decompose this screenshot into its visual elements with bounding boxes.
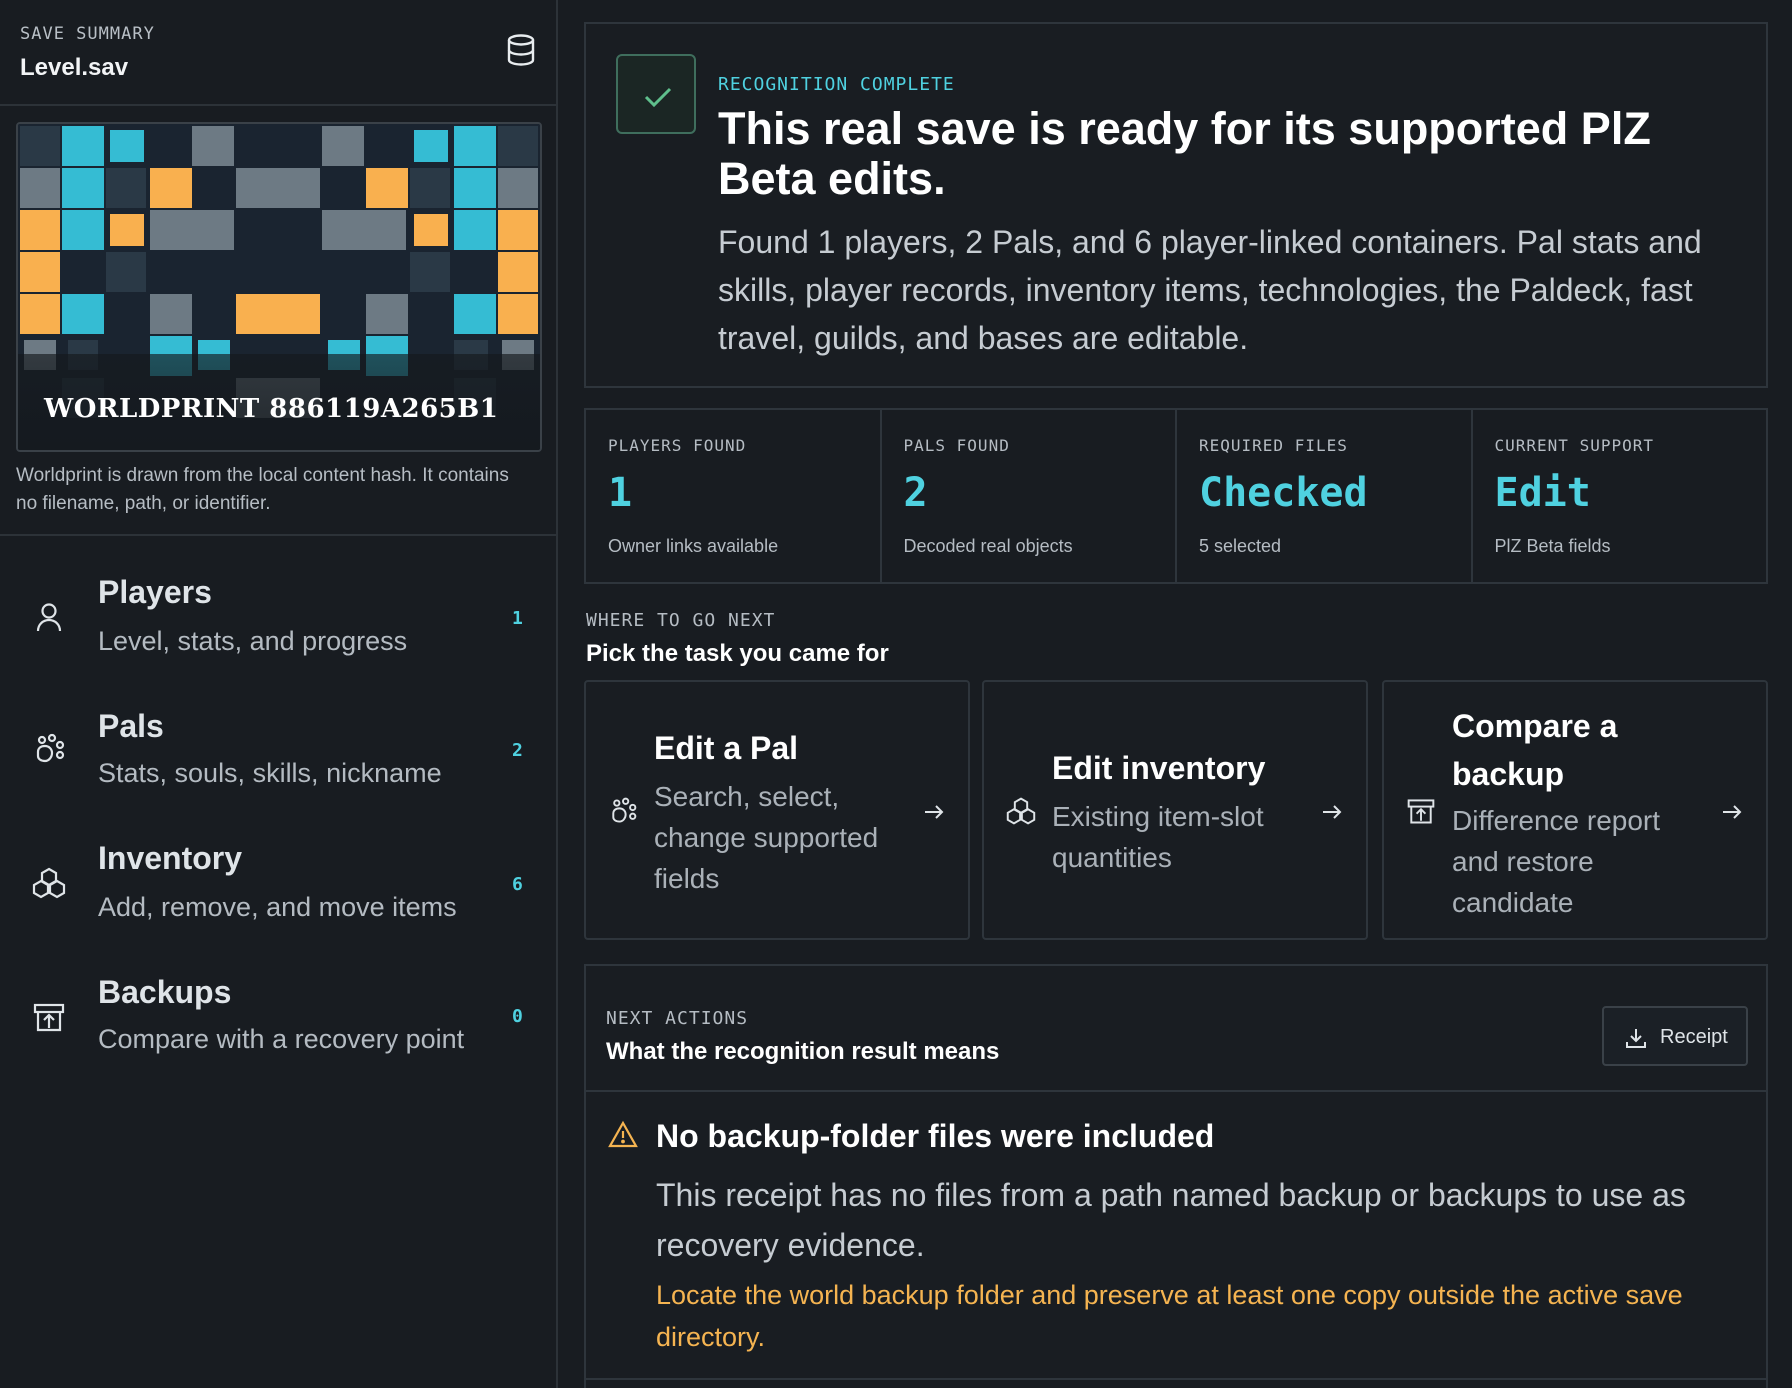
save-summary-header: SAVE SUMMARY Level.sav — [0, 0, 556, 106]
sidebar-item-backups[interactable]: Backups Compare with a recovery point 0 — [0, 958, 556, 1078]
task-description: Existing item-slot quantities — [1052, 801, 1264, 873]
stat-label: PALS FOUND — [903, 436, 1010, 455]
stat-label: REQUIRED FILES — [1199, 436, 1348, 455]
next-actions-bottom-divider — [586, 1378, 1766, 1380]
receipt-button[interactable]: Receipt — [1602, 1006, 1748, 1066]
receipt-button-label: Receipt — [1660, 1026, 1728, 1048]
save-file-name: Level.sav — [20, 54, 129, 81]
warning-action: Locate the world backup folder and prese… — [656, 1280, 1683, 1352]
hero-summary: Found 1 players, 2 Pals, and 6 player-li… — [718, 224, 1702, 356]
warning-title: No backup-folder files were included — [656, 1118, 1215, 1154]
sidebar-divider — [0, 534, 558, 536]
task-description: Difference report and restore candidate — [1452, 805, 1661, 918]
sidebar: SAVE SUMMARY Level.sav WORLDPRINT 886119… — [0, 0, 558, 1388]
stat-value: Edit — [1494, 470, 1591, 516]
arrow-right-icon — [1723, 805, 1742, 819]
task-card-edit-inventory[interactable]: Edit inventory Existing item-slot quanti… — [982, 680, 1368, 940]
archive-icon — [33, 1003, 65, 1032]
stats-strip: PLAYERS FOUND 1 Owner links available PA… — [584, 408, 1768, 584]
warning-body: This receipt has no files from a path na… — [656, 1177, 1686, 1263]
task-card-compare-backup[interactable]: Compare a backup Difference report and r… — [1382, 680, 1768, 940]
sidebar-item-title: Players — [98, 574, 212, 610]
stat-note: 5 selected — [1199, 536, 1282, 556]
boxes-icon — [32, 867, 66, 899]
sidebar-item-title: Pals — [98, 708, 164, 744]
task-title: Compare a backup — [1452, 708, 1618, 792]
task-description: Search, select, change supported fields — [654, 781, 879, 894]
download-icon — [1626, 1029, 1646, 1048]
task-card-edit-pal[interactable]: Edit a Pal Search, select, change suppor… — [584, 680, 970, 940]
stat-label: PLAYERS FOUND — [608, 436, 747, 455]
sidebar-item-count: 1 — [512, 608, 523, 629]
sidebar-item-subtitle: Stats, souls, skills, nickname — [98, 758, 442, 788]
next-actions-title: What the recognition result means — [606, 1038, 1000, 1065]
worldprint-image: WORLDPRINT 886119A265B1 — [16, 122, 542, 452]
sidebar-item-pals[interactable]: Pals Stats, souls, skills, nickname 2 — [0, 692, 556, 812]
sidebar-item-count: 2 — [512, 740, 523, 761]
next-actions-panel: NEXT ACTIONS What the recognition result… — [584, 964, 1768, 1388]
paw-icon — [36, 733, 65, 763]
stat-note: PlZ Beta fields — [1494, 536, 1611, 556]
worldprint-caption: Worldprint is drawn from the local conte… — [16, 465, 509, 514]
stat-label: CURRENT SUPPORT — [1494, 436, 1654, 455]
arrow-right-icon — [1323, 805, 1342, 819]
stat-current-support: CURRENT SUPPORT Edit PlZ Beta fields — [1473, 410, 1767, 582]
stat-value: 2 — [903, 470, 928, 516]
archive-icon — [1407, 799, 1435, 824]
stat-note: Decoded real objects — [903, 536, 1073, 556]
sidebar-item-title: Backups — [98, 974, 232, 1010]
next-actions-eyebrow: NEXT ACTIONS — [606, 1008, 749, 1029]
sidebar-item-title: Inventory — [98, 840, 243, 876]
next-actions-divider — [586, 1090, 1766, 1092]
boxes-icon — [1006, 797, 1036, 825]
sidebar-item-count: 6 — [512, 874, 523, 895]
paw-icon — [612, 797, 637, 823]
warning-icon — [608, 1120, 638, 1148]
sidebar-item-subtitle: Compare with a recovery point — [98, 1024, 465, 1054]
arrow-right-icon — [925, 805, 944, 819]
worldprint-label: WORLDPRINT 886119A265B1 — [44, 394, 499, 424]
task-title: Edit a Pal — [654, 730, 799, 766]
sidebar-item-count: 0 — [512, 1006, 523, 1027]
task-title: Edit inventory — [1052, 750, 1266, 786]
success-badge — [616, 54, 696, 134]
recognition-hero: RECOGNITION COMPLETE This real save is r… — [584, 22, 1768, 388]
sidebar-item-subtitle: Level, stats, and progress — [98, 626, 408, 656]
stat-required-files: REQUIRED FILES Checked 5 selected — [1177, 410, 1473, 582]
save-summary-eyebrow: SAVE SUMMARY — [20, 24, 155, 44]
where-next-eyebrow: WHERE TO GO NEXT — [586, 610, 776, 631]
stat-value: Checked — [1199, 470, 1368, 516]
hero-eyebrow: RECOGNITION COMPLETE — [718, 74, 955, 95]
page-title: This real save is ready for its supporte… — [718, 103, 1651, 204]
stat-value: 1 — [608, 470, 633, 516]
stat-note: Owner links available — [608, 536, 779, 556]
sidebar-item-subtitle: Add, remove, and move items — [98, 892, 457, 922]
sidebar-item-inventory[interactable]: Inventory Add, remove, and move items 6 — [0, 826, 556, 946]
database-icon — [507, 34, 535, 66]
stat-pals-found: PALS FOUND 2 Decoded real objects — [882, 410, 1177, 582]
check-icon — [644, 87, 672, 108]
where-next-title: Pick the task you came for — [586, 640, 889, 667]
stat-players-found: PLAYERS FOUND 1 Owner links available — [586, 410, 882, 582]
sidebar-item-players[interactable]: Players Level, stats, and progress 1 — [0, 560, 556, 680]
user-icon — [36, 603, 62, 632]
